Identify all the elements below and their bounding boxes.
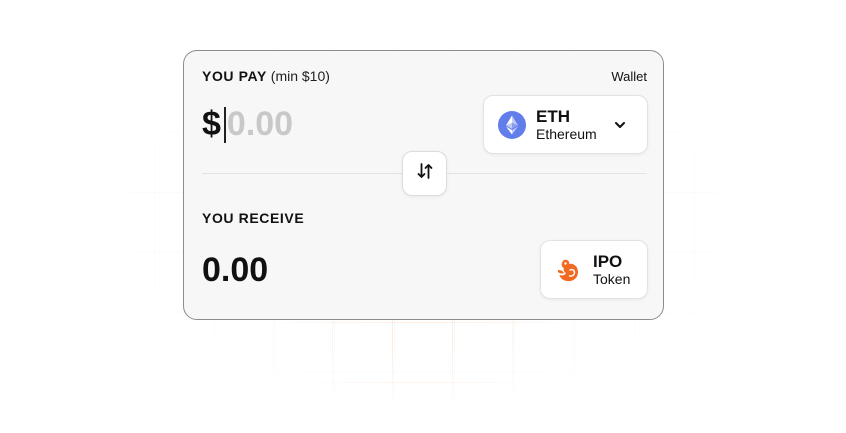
pay-token-text: ETH Ethereum (536, 107, 597, 143)
pay-token-selector[interactable]: ETH Ethereum (483, 95, 648, 154)
receive-token-text: IPO Token (593, 252, 630, 288)
pay-label: YOU PAY (min $10) (202, 68, 330, 84)
swap-card: YOU PAY (min $10) Wallet $ ETH Ethereum (183, 50, 664, 320)
text-caret (223, 106, 226, 143)
receive-amount: 0.00 (202, 251, 269, 289)
receive-token-name: Token (593, 271, 631, 288)
receive-token-selector[interactable]: IPO Token (540, 240, 648, 299)
pay-amount-field: $ (202, 105, 347, 144)
swap-arrows-icon (415, 161, 435, 186)
receive-label: YOU RECEIVE (202, 210, 305, 226)
pay-amount-input[interactable] (226, 105, 347, 144)
pay-token-symbol: ETH (536, 106, 570, 126)
chevron-down-icon (613, 118, 627, 132)
receive-token-symbol: IPO (593, 251, 623, 271)
swap-direction-button[interactable] (402, 151, 447, 196)
ipo-token-icon (555, 256, 583, 284)
pay-token-name: Ethereum (536, 126, 597, 143)
pay-label-title: YOU PAY (202, 68, 267, 84)
ethereum-icon (498, 110, 526, 139)
currency-symbol: $ (202, 105, 221, 143)
pay-min-note: (min $10) (270, 68, 330, 84)
wallet-link[interactable]: Wallet (611, 69, 647, 84)
